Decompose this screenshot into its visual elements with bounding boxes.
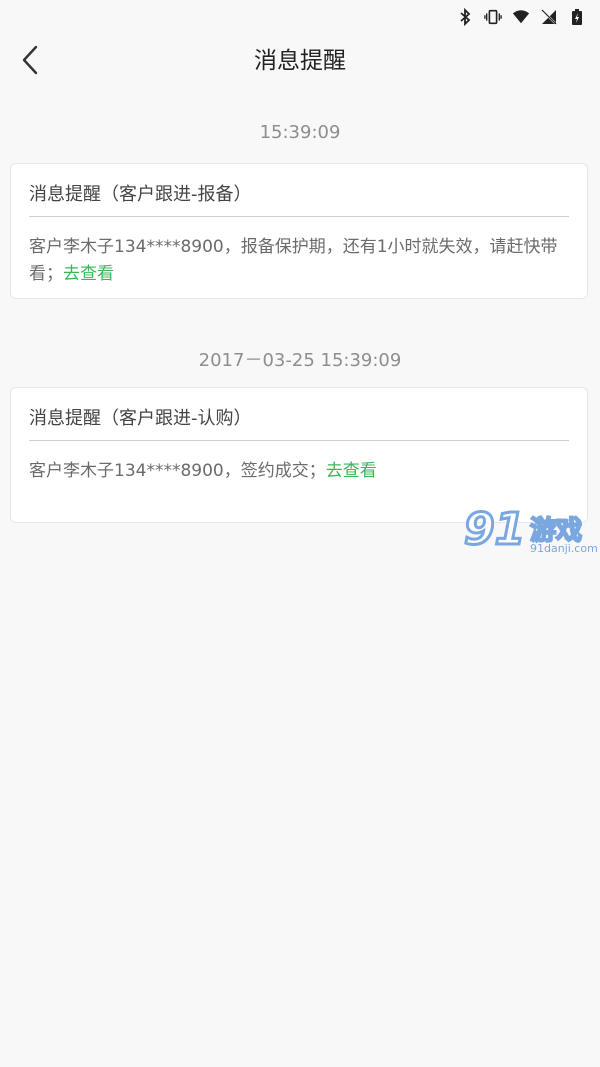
no-signal-icon bbox=[540, 8, 558, 26]
view-link[interactable]: 去查看 bbox=[63, 264, 114, 284]
view-link[interactable]: 去查看 bbox=[326, 461, 377, 481]
bluetooth-icon bbox=[456, 8, 474, 26]
status-bar bbox=[0, 0, 600, 34]
message-body: 客户李木子134****8900，报备保护期，还有1小时就失效，请赶快带看；去查… bbox=[29, 234, 581, 288]
battery-charging-icon bbox=[568, 8, 586, 26]
divider bbox=[29, 216, 569, 217]
message-card: 消息提醒（客户跟进-报备） 客户李木子134****8900，报备保护期，还有1… bbox=[10, 163, 588, 299]
divider bbox=[29, 440, 569, 441]
nav-bar: 消息提醒 bbox=[0, 34, 600, 88]
wifi-icon bbox=[512, 8, 530, 26]
message-text: 客户李木子134****8900，签约成交； bbox=[29, 461, 326, 481]
watermark-site: 91danji.com bbox=[530, 542, 598, 555]
page-title: 消息提醒 bbox=[254, 48, 346, 74]
vibrate-icon bbox=[484, 8, 502, 26]
message-body: 客户李木子134****8900，签约成交；去查看 bbox=[29, 458, 581, 485]
message-time: 15:39:09 bbox=[259, 122, 341, 143]
message-title: 消息提醒（客户跟进-认购） bbox=[29, 408, 252, 429]
watermark-logo: 91 游戏 91danji.com bbox=[462, 504, 600, 562]
watermark-number: 91 bbox=[462, 504, 526, 555]
message-title: 消息提醒（客户跟进-报备） bbox=[29, 184, 252, 205]
message-time: 2017－03-25 15:39:09 bbox=[198, 350, 402, 371]
message-card: 消息提醒（客户跟进-认购） 客户李木子134****8900，签约成交；去查看 bbox=[10, 387, 588, 523]
